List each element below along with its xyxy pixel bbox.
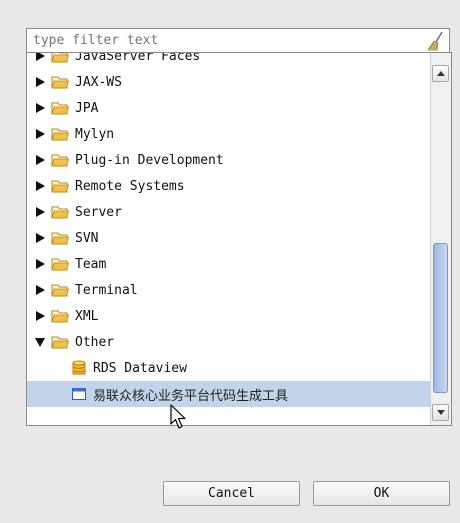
tree-item-mylyn[interactable]: Mylyn <box>27 121 431 147</box>
tree-item-svn[interactable]: SVN <box>27 225 431 251</box>
tree-item-xml[interactable]: XML <box>27 303 431 329</box>
window-icon <box>72 388 86 400</box>
tree-item-plug-in-development[interactable]: Plug-in Development <box>27 147 431 173</box>
tree-item-label: RDS Dataview <box>93 360 187 376</box>
folder-icon <box>51 258 69 271</box>
tree-item-label: Team <box>75 256 107 272</box>
ok-button[interactable]: OK <box>313 481 450 506</box>
folder-icon <box>51 154 69 167</box>
folder-icon <box>51 76 69 89</box>
folder-icon <box>51 102 69 115</box>
tree-item-label: XML <box>75 308 99 324</box>
expand-arrow-icon[interactable] <box>33 127 47 141</box>
wizard-tree[interactable]: JavaServer Faces JAX-WS JPA Mylyn Plug-i… <box>26 52 452 426</box>
filter-input[interactable] <box>33 33 425 48</box>
vertical-scrollbar[interactable] <box>430 53 451 425</box>
collapse-arrow-icon[interactable] <box>33 335 47 349</box>
tree-item-jpa[interactable]: JPA <box>27 95 431 121</box>
tree-item-label: JAX-WS <box>75 74 122 90</box>
expand-arrow-icon[interactable] <box>33 257 47 271</box>
tree-item-label: Other <box>75 334 115 350</box>
folder-icon <box>51 284 69 297</box>
scroll-down-button[interactable] <box>432 404 449 421</box>
folder-icon <box>51 310 69 323</box>
expand-arrow-icon[interactable] <box>33 309 47 323</box>
tree-item-label: 易联众核心业务平台代码生成工具 <box>93 388 289 404</box>
tree-item-server[interactable]: Server <box>27 199 431 225</box>
tree-item-label: SVN <box>75 230 99 246</box>
cancel-button[interactable]: Cancel <box>163 481 300 506</box>
expand-arrow-icon[interactable] <box>33 75 47 89</box>
tree-item-label: JavaServer Faces <box>75 52 201 64</box>
expand-arrow-icon[interactable] <box>33 283 47 297</box>
mouse-pointer-icon <box>170 404 186 429</box>
tree-item-label: Remote Systems <box>75 178 185 194</box>
tree-item-code-generator[interactable]: 易联众核心业务平台代码生成工具 <box>27 381 431 407</box>
folder-icon <box>51 232 69 245</box>
tree-item-label: JPA <box>75 100 99 116</box>
expand-arrow-icon[interactable] <box>33 101 47 115</box>
tree-item-label: Server <box>75 204 122 220</box>
tree-item-team[interactable]: Team <box>27 251 431 277</box>
tree-item-label: Terminal <box>75 282 138 298</box>
database-icon <box>72 360 86 375</box>
clear-filter-icon[interactable] <box>425 31 445 51</box>
chevron-up-icon <box>436 71 445 76</box>
tree-item-other[interactable]: Other <box>27 329 431 355</box>
expand-arrow-icon[interactable] <box>33 179 47 193</box>
filter-field[interactable] <box>26 28 450 53</box>
scroll-thumb[interactable] <box>433 243 448 393</box>
folder-icon <box>51 128 69 141</box>
expand-arrow-icon[interactable] <box>33 231 47 245</box>
tree-item-jax-ws[interactable]: JAX-WS <box>27 69 431 95</box>
scroll-up-button[interactable] <box>432 65 449 82</box>
folder-icon <box>51 206 69 219</box>
tree-item-javaserver-faces[interactable]: JavaServer Faces <box>27 52 431 69</box>
expand-arrow-icon[interactable] <box>33 153 47 167</box>
expand-arrow-icon[interactable] <box>33 53 47 63</box>
folder-icon <box>51 53 69 63</box>
expand-arrow-icon[interactable] <box>33 205 47 219</box>
chevron-down-icon <box>436 410 445 415</box>
folder-icon <box>51 180 69 193</box>
tree-item-rds-dataview[interactable]: RDS Dataview <box>27 355 431 381</box>
open-folder-icon <box>51 336 69 349</box>
tree-item-label: Plug-in Development <box>75 152 224 168</box>
tree-item-label: Mylyn <box>75 126 115 142</box>
tree-item-remote-systems[interactable]: Remote Systems <box>27 173 431 199</box>
tree-item-terminal[interactable]: Terminal <box>27 277 431 303</box>
